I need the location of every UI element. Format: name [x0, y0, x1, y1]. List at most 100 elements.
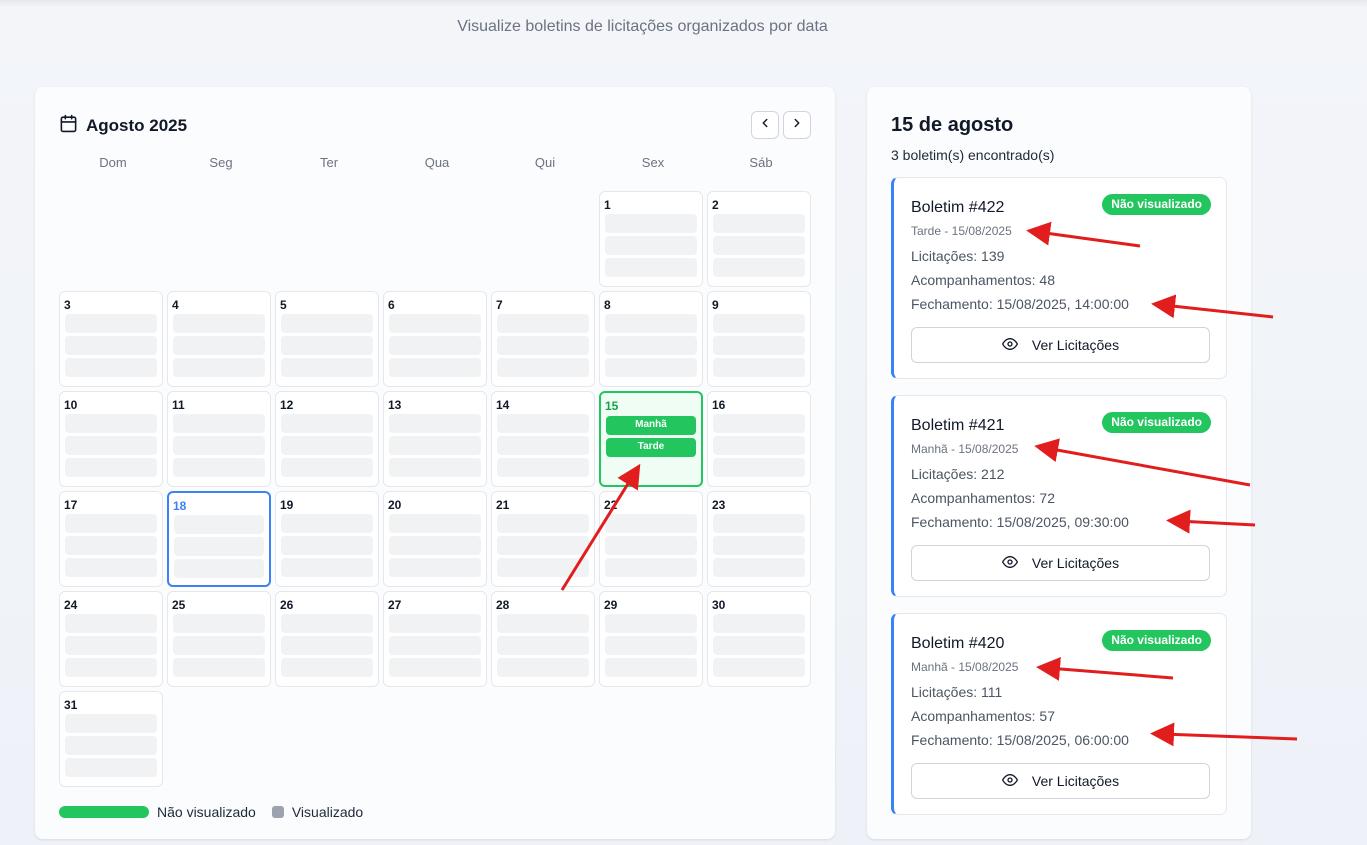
placeholder-bar: [173, 358, 265, 377]
view-bids-button[interactable]: Ver Licitações: [911, 545, 1210, 581]
placeholder-bar: [497, 414, 589, 433]
placeholder-bar: [389, 658, 481, 677]
legend-viewed-label: Visualizado: [291, 804, 364, 820]
placeholder-bar: [281, 436, 373, 455]
empty-day-cell: [167, 191, 271, 287]
day-number: 31: [64, 698, 78, 712]
chevron-left-icon: [758, 116, 772, 135]
placeholder-bar: [713, 458, 805, 477]
legend-unviewed-swatch: [59, 806, 149, 818]
day-cell-25[interactable]: 25: [167, 591, 271, 687]
day-number: 30: [712, 598, 726, 612]
day-cell-11[interactable]: 11: [167, 391, 271, 487]
placeholder-bar: [281, 514, 373, 533]
day-cell-22[interactable]: 22: [599, 491, 703, 587]
calendar-grid: 1 2 3 4 5 6 7 8 9 10 11 12 13 14 15 Manhã Tarde 16 17 18 19 2…: [59, 191, 819, 787]
weekday-label: Ter: [319, 155, 339, 170]
placeholder-bar: [605, 514, 697, 533]
placeholder-bar: [497, 514, 589, 533]
panel-count: 3 boletim(s) encontrado(s): [891, 147, 1055, 163]
day-cell-30[interactable]: 30: [707, 591, 811, 687]
placeholder-bar: [65, 514, 157, 533]
day-cell-31[interactable]: 31: [59, 691, 163, 787]
prev-month-button[interactable]: [751, 111, 779, 139]
day-cell-15[interactable]: 15 Manhã Tarde: [599, 391, 703, 487]
day-cell-18[interactable]: 18: [167, 491, 271, 587]
placeholder-bar: [389, 358, 481, 377]
day-number: 25: [172, 598, 186, 612]
legend-viewed-swatch: [271, 806, 284, 818]
legend-unviewed-label: Não visualizado: [157, 804, 256, 820]
calendar-header: Agosto 2025: [59, 114, 187, 138]
day-cell-6[interactable]: 6: [383, 291, 487, 387]
weekday-label: Sex: [641, 155, 665, 170]
day-cell-5[interactable]: 5: [275, 291, 379, 387]
placeholder-bar: [713, 514, 805, 533]
placeholder-bar: [605, 214, 697, 233]
bulletin-chip[interactable]: Manhã: [606, 416, 696, 435]
view-bids-button[interactable]: Ver Licitações: [911, 327, 1210, 363]
page-subtitle: Visualize boletins de licitações organiz…: [457, 18, 828, 35]
day-cell-28[interactable]: 28: [491, 591, 595, 687]
day-number: 16: [712, 398, 726, 412]
placeholder-bar: [65, 636, 157, 655]
placeholder-bar: [389, 314, 481, 333]
day-cell-3[interactable]: 3: [59, 291, 163, 387]
placeholder-bar: [497, 336, 589, 355]
calendar-legend: Não visualizado Visualizado: [59, 804, 363, 820]
view-bids-button[interactable]: Ver Licitações: [911, 763, 1210, 799]
bulletin-title: Boletim #420: [911, 635, 1005, 652]
day-number: 24: [64, 598, 78, 612]
placeholder-bar: [65, 314, 157, 333]
placeholder-bar: [713, 436, 805, 455]
day-cell-16[interactable]: 16: [707, 391, 811, 487]
day-cell-12[interactable]: 12: [275, 391, 379, 487]
placeholder-bar: [605, 258, 697, 277]
next-month-button[interactable]: [783, 111, 811, 139]
day-number: 3: [64, 298, 71, 312]
placeholder-bar: [173, 414, 265, 433]
chevron-right-icon: [790, 116, 804, 135]
day-cell-21[interactable]: 21: [491, 491, 595, 587]
view-bids-label: Ver Licitações: [1031, 555, 1120, 571]
day-cell-26[interactable]: 26: [275, 591, 379, 687]
day-cell-19[interactable]: 19: [275, 491, 379, 587]
placeholder-bar: [713, 336, 805, 355]
day-cell-24[interactable]: 24: [59, 591, 163, 687]
bulletin-fechamento: Fechamento: 15/08/2025, 14:00:00: [911, 296, 1129, 312]
day-number: 5: [280, 298, 287, 312]
day-cell-23[interactable]: 23: [707, 491, 811, 587]
placeholder-bar: [389, 636, 481, 655]
placeholder-bar: [605, 614, 697, 633]
day-cell-17[interactable]: 17: [59, 491, 163, 587]
day-cell-4[interactable]: 4: [167, 291, 271, 387]
day-cell-9[interactable]: 9: [707, 291, 811, 387]
day-cell-14[interactable]: 14: [491, 391, 595, 487]
day-number: 29: [604, 598, 618, 612]
placeholder-bar: [65, 536, 157, 555]
placeholder-bar: [605, 314, 697, 333]
placeholder-bar: [65, 758, 157, 777]
placeholder-bar: [713, 314, 805, 333]
placeholder-bar: [173, 614, 265, 633]
bulletin-card: Boletim #421 Não visualizado Manhã - 15/…: [891, 395, 1227, 597]
day-cell-20[interactable]: 20: [383, 491, 487, 587]
day-cell-13[interactable]: 13: [383, 391, 487, 487]
bulletin-licitacoes: Licitações: 212: [911, 466, 1005, 482]
day-number: 6: [388, 298, 395, 312]
day-cell-7[interactable]: 7: [491, 291, 595, 387]
day-cell-27[interactable]: 27: [383, 591, 487, 687]
day-cell-2[interactable]: 2: [707, 191, 811, 287]
bulletin-chip[interactable]: Tarde: [606, 438, 696, 457]
day-cell-1[interactable]: 1: [599, 191, 703, 287]
day-cell-8[interactable]: 8: [599, 291, 703, 387]
placeholder-bar: [497, 536, 589, 555]
placeholder-bar: [281, 314, 373, 333]
placeholder-bar: [497, 358, 589, 377]
status-badge: Não visualizado: [1102, 412, 1211, 433]
bulletin-acompanhamentos: Acompanhamentos: 57: [911, 708, 1055, 724]
day-cell-29[interactable]: 29: [599, 591, 703, 687]
day-cell-10[interactable]: 10: [59, 391, 163, 487]
placeholder-bar: [174, 515, 264, 534]
placeholder-bar: [497, 558, 589, 577]
